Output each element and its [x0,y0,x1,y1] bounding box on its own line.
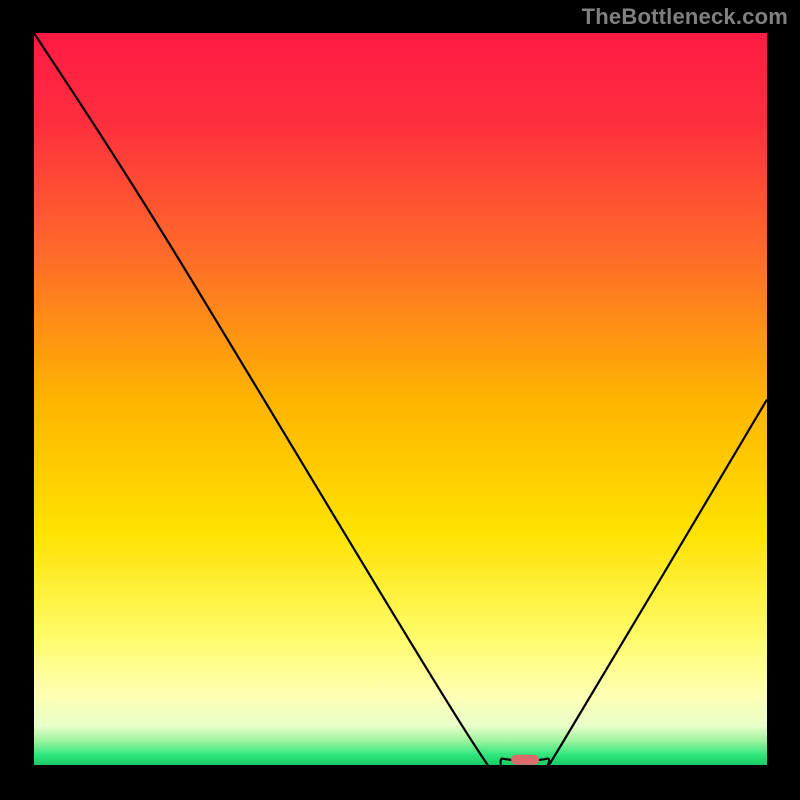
chart-container: TheBottleneck.com [0,0,800,800]
optimal-marker [511,755,539,765]
bottleneck-chart [0,0,800,800]
watermark-text: TheBottleneck.com [582,4,788,30]
gradient-background [34,33,767,766]
